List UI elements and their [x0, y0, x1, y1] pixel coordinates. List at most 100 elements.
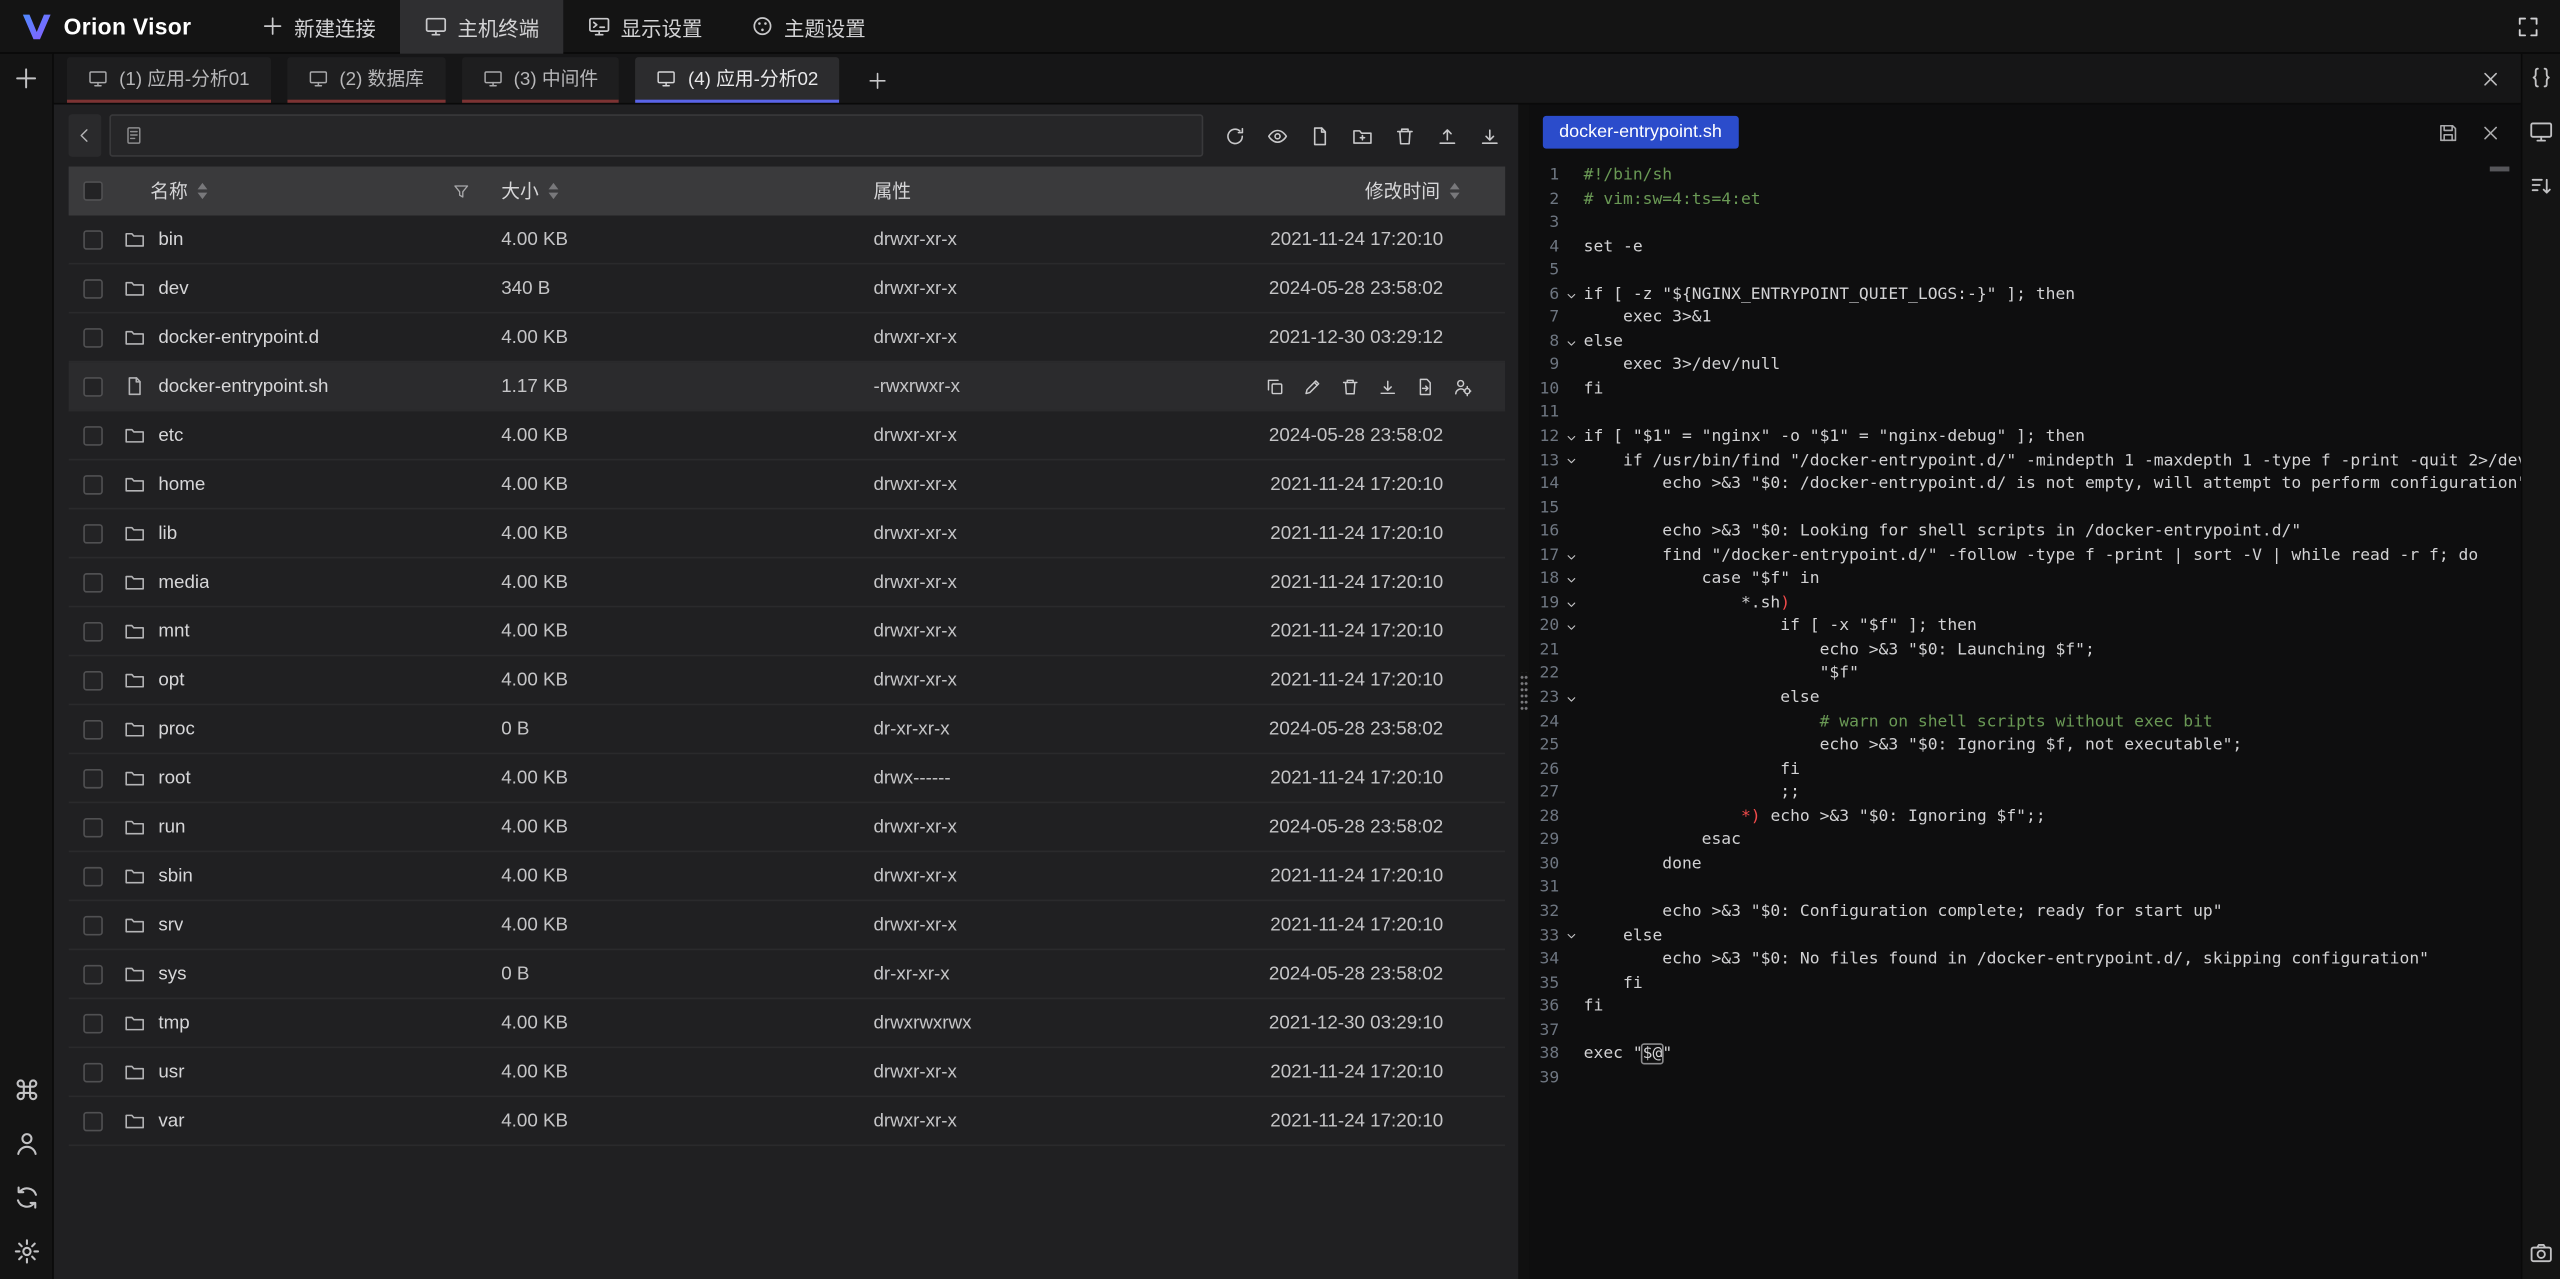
back-button[interactable]: [69, 114, 102, 156]
gear-icon[interactable]: [12, 1237, 40, 1265]
code-line[interactable]: 31: [1536, 877, 2520, 901]
code-line[interactable]: 8else: [1536, 331, 2520, 355]
code-line[interactable]: 18 case "$f" in: [1536, 569, 2520, 593]
file-row[interactable]: sbin4.00 KBdrwxr-xr-x2021-11-24 17:20:10: [69, 852, 1506, 901]
file-row[interactable]: var4.00 KBdrwxr-xr-x2021-11-24 17:20:10: [69, 1097, 1506, 1146]
move-icon[interactable]: [1416, 376, 1436, 396]
row-checkbox[interactable]: [83, 376, 103, 396]
terminal-tab-2[interactable]: (2) 数据库: [287, 57, 445, 103]
row-checkbox[interactable]: [83, 768, 103, 788]
code-line[interactable]: 9 exec 3>/dev/null: [1536, 355, 2520, 379]
code-line[interactable]: 33 else: [1536, 925, 2520, 949]
code-line[interactable]: 15: [1536, 497, 2520, 521]
code-line[interactable]: 11: [1536, 402, 2520, 426]
sort-icon[interactable]: [2529, 173, 2553, 197]
file-name[interactable]: sys: [158, 964, 186, 984]
path-input[interactable]: [109, 114, 1203, 156]
file-name[interactable]: run: [158, 817, 185, 837]
row-checkbox[interactable]: [83, 621, 103, 641]
code-line[interactable]: 6if [ -z "${NGINX_ENTRYPOINT_QUIET_LOGS:…: [1536, 284, 2520, 308]
new-file-icon[interactable]: [1309, 125, 1330, 146]
code-line[interactable]: 1#!/bin/sh: [1536, 165, 2520, 189]
file-row[interactable]: dev340 Bdrwxr-xr-x2024-05-28 23:58:02: [69, 264, 1506, 313]
file-name[interactable]: root: [158, 768, 190, 788]
code-line[interactable]: 27 ;;: [1536, 782, 2520, 806]
camera-icon[interactable]: [2529, 1240, 2553, 1264]
refresh-icon[interactable]: [1224, 125, 1245, 146]
file-name[interactable]: sbin: [158, 866, 192, 886]
row-checkbox[interactable]: [83, 1062, 103, 1082]
code-line[interactable]: 25 echo >&3 "$0: Ignoring $f, not execut…: [1536, 735, 2520, 759]
sort-size-icon[interactable]: [549, 183, 559, 199]
file-row[interactable]: run4.00 KBdrwxr-xr-x2024-05-28 23:58:02: [69, 803, 1506, 852]
sync-icon[interactable]: [12, 1183, 40, 1211]
code-line[interactable]: 26 fi: [1536, 759, 2520, 783]
file-row[interactable]: opt4.00 KBdrwxr-xr-x2021-11-24 17:20:10: [69, 656, 1506, 705]
terminal-tab-3[interactable]: (3) 中间件: [461, 57, 619, 103]
fold-chevron-icon[interactable]: [1559, 284, 1583, 308]
nav-item-theme-settings[interactable]: 主题设置: [727, 0, 890, 53]
code-line[interactable]: 12if [ "$1" = "nginx" -o "$1" = "nginx-d…: [1536, 426, 2520, 450]
file-name[interactable]: usr: [158, 1062, 184, 1082]
scrollbar-thumb[interactable]: [2490, 167, 2510, 172]
fold-chevron-icon[interactable]: [1559, 426, 1583, 450]
code-line[interactable]: 22 "$f": [1536, 664, 2520, 688]
app-logo[interactable]: Orion Visor: [0, 12, 237, 40]
file-name[interactable]: opt: [158, 670, 184, 690]
code-line[interactable]: 28 *) echo >&3 "$0: Ignoring $f";;: [1536, 806, 2520, 830]
new-folder-icon[interactable]: [1352, 125, 1373, 146]
user-icon[interactable]: [12, 1129, 40, 1157]
file-row[interactable]: bin4.00 KBdrwxr-xr-x2021-11-24 17:20:10: [69, 216, 1506, 265]
code-line[interactable]: 17 find "/docker-entrypoint.d/" -follow …: [1536, 545, 2520, 569]
edit-icon[interactable]: [1303, 376, 1323, 396]
row-checkbox[interactable]: [83, 1013, 103, 1033]
file-row[interactable]: docker-entrypoint.sh1.17 KB-rwxrwxr-x: [69, 362, 1506, 411]
code-line[interactable]: 10fi: [1536, 379, 2520, 403]
fold-chevron-icon[interactable]: [1559, 545, 1583, 569]
fold-chevron-icon[interactable]: [1559, 331, 1583, 355]
row-checkbox[interactable]: [83, 327, 103, 347]
code-line[interactable]: 34 echo >&3 "$0: No files found in /dock…: [1536, 949, 2520, 973]
download-icon[interactable]: [1378, 376, 1398, 396]
command-icon[interactable]: [12, 1075, 40, 1103]
code-line[interactable]: 5: [1536, 260, 2520, 284]
close-sftp-button[interactable]: [2480, 69, 2501, 90]
file-name[interactable]: srv: [158, 915, 183, 935]
code-line[interactable]: 35 fi: [1536, 972, 2520, 996]
terminal-tab-4[interactable]: (4) 应用-分析02: [636, 57, 840, 103]
file-name[interactable]: mnt: [158, 621, 189, 641]
column-header-size[interactable]: 大小: [501, 178, 539, 204]
code-line[interactable]: 36fi: [1536, 996, 2520, 1020]
file-row[interactable]: root4.00 KBdrwx------2021-11-24 17:20:10: [69, 754, 1506, 803]
monitor-icon[interactable]: [2529, 119, 2553, 143]
permission-icon[interactable]: [1453, 376, 1473, 396]
plus-icon[interactable]: [13, 65, 39, 91]
row-checkbox[interactable]: [83, 866, 103, 886]
column-header-mtime[interactable]: 修改时间: [1365, 178, 1440, 204]
terminal-tab-1[interactable]: (1) 应用-分析01: [67, 57, 271, 103]
file-name[interactable]: proc: [158, 719, 195, 739]
select-all-checkbox[interactable]: [83, 181, 103, 201]
row-checkbox[interactable]: [83, 474, 103, 494]
close-editor-icon[interactable]: [2480, 122, 2501, 143]
trash-icon[interactable]: [1394, 125, 1415, 146]
code-line[interactable]: 24 # warn on shell scripts without exec …: [1536, 711, 2520, 735]
code-line[interactable]: 20 if [ -x "$f" ]; then: [1536, 616, 2520, 640]
row-checkbox[interactable]: [83, 964, 103, 984]
nav-item-display-settings[interactable]: 显示设置: [564, 0, 727, 53]
file-name[interactable]: docker-entrypoint.d: [158, 327, 319, 347]
file-name[interactable]: bin: [158, 229, 183, 249]
filter-icon[interactable]: [452, 182, 470, 200]
code-line[interactable]: 3: [1536, 212, 2520, 236]
row-checkbox[interactable]: [83, 915, 103, 935]
fullscreen-icon[interactable]: [2516, 14, 2540, 38]
row-checkbox[interactable]: [83, 523, 103, 543]
row-checkbox[interactable]: [83, 278, 103, 298]
file-name[interactable]: media: [158, 572, 209, 592]
fold-chevron-icon[interactable]: [1559, 925, 1583, 949]
sort-mtime-icon[interactable]: [1450, 183, 1460, 199]
save-icon[interactable]: [2438, 122, 2459, 143]
code-line[interactable]: 13 if /usr/bin/find "/docker-entrypoint.…: [1536, 450, 2520, 474]
row-checkbox[interactable]: [83, 1111, 103, 1131]
file-row[interactable]: media4.00 KBdrwxr-xr-x2021-11-24 17:20:1…: [69, 558, 1506, 607]
